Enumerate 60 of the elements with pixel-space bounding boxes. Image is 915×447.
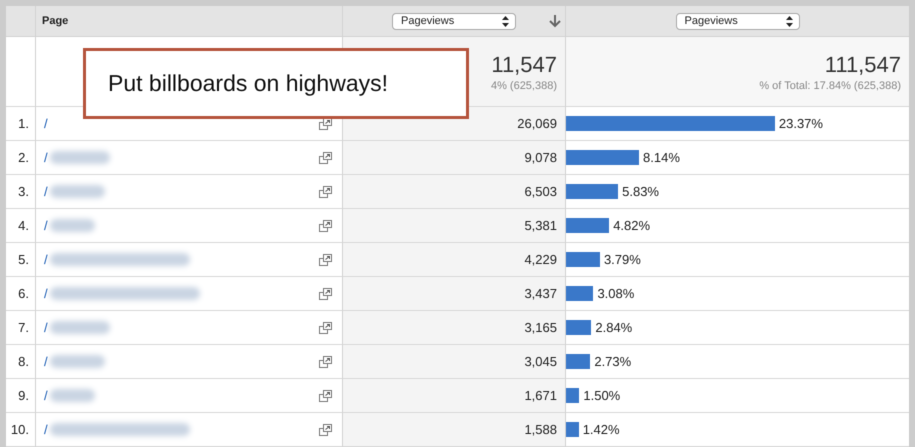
total-note: 4% (625,388): [490, 80, 557, 92]
pageviews-cell: 4,229: [343, 243, 566, 277]
percentage-value: 8.14%: [643, 150, 680, 165]
open-window-icon[interactable]: [319, 322, 332, 334]
metric-dropdown[interactable]: Pageviews: [676, 12, 800, 30]
row-number: 5.: [6, 243, 36, 277]
page-link[interactable]: /: [44, 354, 48, 369]
open-window-icon[interactable]: [319, 186, 332, 198]
page-link[interactable]: /: [44, 116, 48, 131]
percentage-value: 1.50%: [583, 388, 620, 403]
page-link[interactable]: /: [44, 388, 48, 403]
open-window-icon[interactable]: [319, 152, 332, 164]
percentage-value: 4.82%: [613, 218, 650, 233]
row-number: 4.: [6, 209, 36, 243]
row-number: 8.: [6, 345, 36, 379]
page-link[interactable]: /: [44, 320, 48, 335]
percentage-value: 3.08%: [597, 286, 634, 301]
column-header: Page: [41, 15, 68, 27]
row-number: 10.: [6, 413, 36, 447]
open-window-icon[interactable]: [319, 288, 332, 300]
pageviews-cell: 9,078: [343, 141, 566, 175]
row-number: 7.: [6, 311, 36, 345]
row-number: 2.: [6, 141, 36, 175]
updown-arrows-icon: [502, 16, 509, 26]
pageviews-cell: 5,381: [343, 209, 566, 243]
pageviews-cell: 3,165: [343, 311, 566, 345]
page-link[interactable]: /: [44, 150, 48, 165]
row-number: 1.: [6, 107, 36, 141]
sort-arrow-icon[interactable]: [549, 15, 561, 28]
percentage-value: 2.84%: [595, 320, 632, 335]
percentage-value: 5.83%: [622, 184, 659, 199]
pageviews-cell: 1,588: [343, 413, 566, 447]
callout-text: Put billboards on highways!: [83, 48, 469, 119]
open-window-icon[interactable]: [319, 254, 332, 266]
pageviews-cell: 1,671: [343, 379, 566, 413]
page-link[interactable]: /: [44, 286, 48, 301]
open-window-icon[interactable]: [319, 424, 332, 436]
summary-cell: [6, 37, 36, 107]
row-number: 3.: [6, 175, 36, 209]
pageviews-cell: 3,045: [343, 345, 566, 379]
open-window-icon[interactable]: [319, 356, 332, 368]
pageviews-cell: 3,437: [343, 277, 566, 311]
updown-arrows-icon: [786, 16, 792, 26]
percentage-value: 1.42%: [582, 422, 620, 437]
percentage-value: 23.37%: [778, 116, 823, 131]
page-link[interactable]: /: [44, 218, 48, 233]
pageviews-cell: 6,503: [343, 175, 566, 209]
total-value: 111,547: [824, 52, 901, 78]
page-link[interactable]: /: [44, 422, 48, 437]
open-window-icon[interactable]: [319, 220, 332, 232]
row-number: 6.: [6, 277, 36, 311]
open-window-icon[interactable]: [319, 390, 332, 402]
percentage-value: 2.73%: [594, 354, 632, 369]
metric-dropdown[interactable]: Pageviews: [392, 12, 516, 30]
total-value: 11,547: [491, 52, 557, 78]
row-number: 9.: [6, 379, 36, 413]
page-link[interactable]: /: [44, 184, 48, 199]
page-link[interactable]: /: [44, 252, 48, 267]
percentage-value: 3.79%: [604, 252, 641, 267]
total-note: % of Total: 17.84% (625,388): [759, 80, 901, 92]
